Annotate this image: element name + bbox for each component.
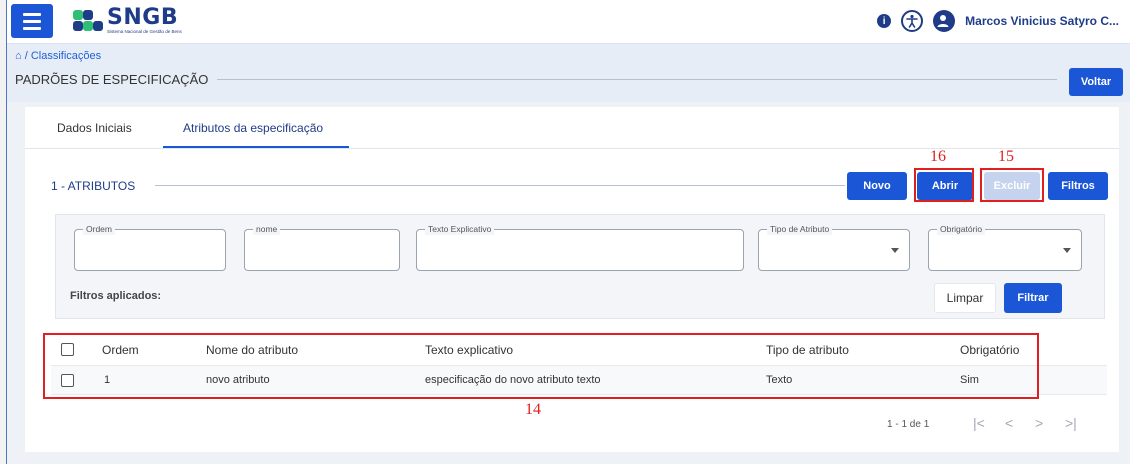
tab-dados-iniciais[interactable]: Dados Iniciais bbox=[57, 121, 132, 135]
active-tab-indicator bbox=[163, 146, 349, 148]
app-subtitle: Sistema Nacional de Gestão de Bens bbox=[107, 29, 182, 34]
attribute-type-select[interactable]: Tipo de Atributo bbox=[758, 223, 910, 271]
home-icon[interactable]: ⌂ bbox=[15, 50, 22, 62]
section-title: 1 - ATRIBUTOS bbox=[51, 179, 136, 193]
content-card: Dados Iniciais Atributos da especificaçã… bbox=[25, 107, 1119, 452]
pagination-summary: 1 - 1 de 1 bbox=[887, 419, 930, 430]
page-title: PADRÕES DE ESPECIFICAÇÃO bbox=[15, 72, 209, 87]
next-page-icon[interactable]: > bbox=[1035, 415, 1043, 431]
chevron-down-icon bbox=[891, 248, 899, 253]
user-check-icon[interactable] bbox=[933, 10, 956, 32]
annotation-box-16 bbox=[914, 168, 974, 202]
clear-button[interactable]: Limpar bbox=[934, 283, 996, 313]
breadcrumb-link[interactable]: / Classificações bbox=[25, 50, 101, 62]
annotation-label-15: 15 bbox=[998, 148, 1014, 165]
tabs-divider bbox=[25, 148, 1119, 149]
prev-page-icon[interactable]: < bbox=[1005, 415, 1013, 431]
annotation-label-16: 16 bbox=[930, 148, 946, 165]
back-button[interactable]: Voltar bbox=[1069, 68, 1123, 96]
annotation-box-14 bbox=[43, 333, 1039, 399]
annotation-label-14: 14 bbox=[525, 401, 541, 418]
new-button[interactable]: Novo bbox=[847, 172, 907, 200]
annotation-box-15 bbox=[980, 168, 1044, 202]
order-field[interactable]: Ordem bbox=[74, 223, 226, 271]
title-divider bbox=[217, 79, 1057, 80]
section-divider bbox=[155, 185, 845, 186]
chevron-down-icon bbox=[1063, 248, 1071, 253]
applied-filters-label: Filtros aplicados: bbox=[70, 290, 162, 302]
name-field[interactable]: nome bbox=[244, 223, 400, 271]
app-frame: SNGB Sistema Nacional de Gestão de Bens … bbox=[6, 0, 1130, 464]
required-select[interactable]: Obrigatório bbox=[928, 223, 1082, 271]
info-icon[interactable]: i bbox=[877, 14, 892, 28]
user-name[interactable]: Marcos Vinicius Satyro C... bbox=[965, 14, 1119, 28]
page-header: ⌂ / Classificações PADRÕES DE ESPECIFICA… bbox=[7, 44, 1130, 102]
apply-filter-button[interactable]: Filtrar bbox=[1004, 283, 1062, 313]
top-bar: SNGB Sistema Nacional de Gestão de Bens … bbox=[7, 0, 1130, 44]
logo-mark-icon bbox=[73, 7, 103, 35]
explanatory-text-field[interactable]: Texto Explicativo bbox=[416, 223, 744, 271]
filter-panel: Ordem nome Texto Explicativo Tipo de Atr… bbox=[55, 214, 1105, 319]
menu-icon bbox=[23, 12, 41, 16]
menu-button[interactable] bbox=[11, 4, 53, 38]
app-logo[interactable]: SNGB Sistema Nacional de Gestão de Bens bbox=[73, 4, 182, 38]
last-page-icon[interactable]: >| bbox=[1065, 415, 1077, 431]
breadcrumb: ⌂ / Classificações bbox=[15, 50, 101, 62]
filters-button[interactable]: Filtros bbox=[1048, 172, 1108, 200]
first-page-icon[interactable]: |< bbox=[973, 415, 985, 431]
accessibility-icon[interactable] bbox=[901, 10, 924, 32]
tab-atributos[interactable]: Atributos da especificação bbox=[183, 121, 323, 135]
app-name: SNGB bbox=[107, 5, 179, 30]
